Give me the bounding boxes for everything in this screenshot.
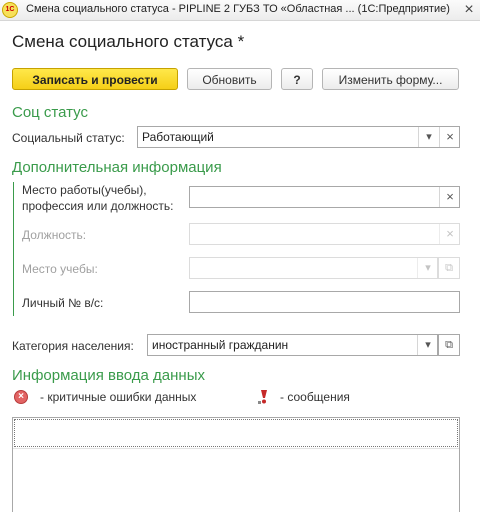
social-status-label: Социальный статус: <box>12 131 125 145</box>
study-place-label: Место учебы: <box>22 262 98 276</box>
social-status-field[interactable]: Работающий ▾ × <box>137 126 460 148</box>
clear-icon[interactable]: × <box>439 187 460 207</box>
data-entry-messages-table[interactable] <box>12 417 460 512</box>
form-title: Смена социального статуса * <box>12 32 245 51</box>
dropdown-arrow-icon: ▾ <box>417 258 438 278</box>
social-status-value: Работающий <box>142 130 214 144</box>
critical-error-icon: × <box>14 390 28 404</box>
position-label: Должность: <box>22 228 87 242</box>
messages-legend: - сообщения <box>280 390 350 404</box>
critical-errors-legend: - критичные ошибки данных <box>40 390 197 404</box>
dropdown-arrow-icon[interactable]: ▾ <box>417 335 438 355</box>
workplace-label-line1: Место работы(учебы), <box>22 183 147 197</box>
window-titlebar: 1С Смена социального статуса - PIPLINE 2… <box>0 0 480 21</box>
table-row[interactable] <box>14 419 458 447</box>
id-number-input[interactable] <box>189 291 460 313</box>
window-title: Смена социального статуса - PIPLINE 2 ГУ… <box>26 3 450 15</box>
study-place-field: ▾ <box>189 257 438 279</box>
clear-icon: × <box>439 224 460 244</box>
open-icon: ⧉ <box>438 257 460 279</box>
table-divider <box>13 448 459 449</box>
dropdown-arrow-icon[interactable]: ▾ <box>418 127 439 147</box>
open-icon[interactable]: ⧉ <box>438 334 460 356</box>
workplace-label-line2: профессия или должность: <box>22 199 174 213</box>
id-number-label: Личный № в/с: <box>22 296 104 310</box>
clear-icon[interactable]: × <box>439 127 460 147</box>
workplace-field[interactable]: × <box>189 186 460 208</box>
close-window-icon[interactable]: × <box>458 0 480 20</box>
section-soc-status: Соц статус <box>12 104 89 121</box>
section-data-entry-info: Информация ввода данных <box>12 367 205 384</box>
app-1c-icon: 1С <box>2 2 18 18</box>
position-field: × <box>189 223 460 245</box>
post-and-close-button[interactable]: Записать и провести <box>12 68 178 90</box>
population-category-value: иностранный гражданин <box>152 338 289 352</box>
population-category-label: Категория населения: <box>12 339 134 353</box>
change-form-button[interactable]: Изменить форму... <box>322 68 459 90</box>
refresh-button[interactable]: Обновить <box>187 68 272 90</box>
group-border <box>13 182 14 316</box>
help-button[interactable]: ? <box>281 68 313 90</box>
population-category-field[interactable]: иностранный гражданин ▾ <box>147 334 438 356</box>
section-additional-info: Дополнительная информация <box>12 159 222 176</box>
message-icon <box>258 390 267 404</box>
